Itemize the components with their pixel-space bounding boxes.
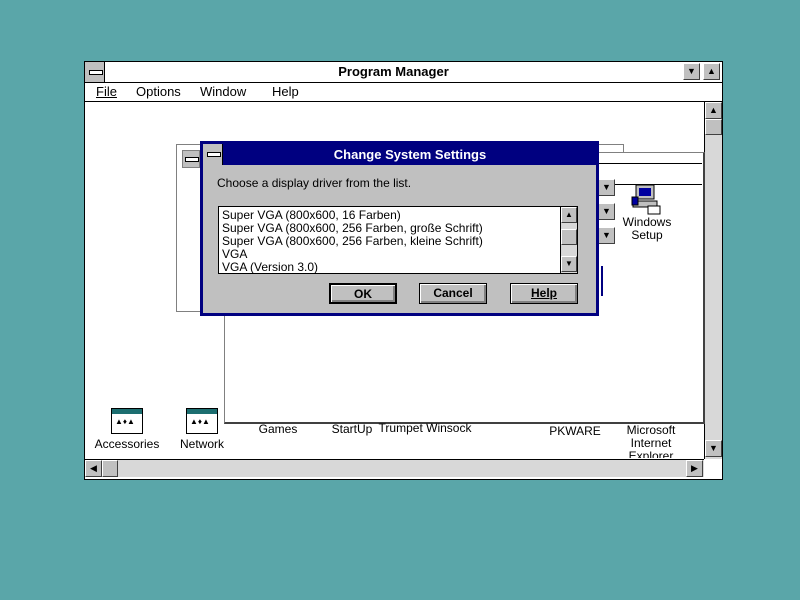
- program-manager-titlebar[interactable]: Program Manager ▼ ▲: [85, 62, 722, 83]
- minimize-icon: ▼: [687, 66, 696, 76]
- scroll-thumb[interactable]: [705, 119, 722, 135]
- group-minimize-button-3[interactable]: ▼: [598, 227, 615, 244]
- list-scroll-thumb[interactable]: [561, 229, 577, 245]
- program-group-icon: ▲♦▲: [111, 408, 143, 434]
- minimize-icon: ▼: [602, 230, 611, 240]
- computer-icon: [631, 184, 661, 215]
- list-item[interactable]: Super VGA (800x600, 256 Farben, kleine S…: [222, 234, 483, 248]
- arrow-left-icon: ◀: [90, 463, 97, 473]
- scroll-up-button[interactable]: ▲: [705, 102, 722, 119]
- menu-options[interactable]: Options: [136, 84, 181, 99]
- windows-setup-program-icon[interactable]: Windows Setup: [617, 183, 677, 242]
- arrow-down-icon: ▼: [709, 443, 718, 453]
- system-menu-button[interactable]: [85, 62, 105, 82]
- list-scroll-down-button[interactable]: ▼: [561, 256, 577, 272]
- minimize-icon: ▼: [602, 206, 611, 216]
- dialog-system-menu-button[interactable]: [203, 144, 223, 165]
- ok-button[interactable]: OK: [329, 283, 397, 304]
- arrow-up-icon: ▲: [565, 210, 573, 219]
- group-border: [601, 266, 603, 296]
- program-group-icon: ▲♦▲: [186, 408, 218, 434]
- group-icon-label: Microsoft Internet Explorer: [626, 424, 676, 458]
- scroll-right-button[interactable]: ▶: [686, 460, 703, 477]
- group-minimize-button[interactable]: ▼: [598, 179, 615, 196]
- scroll-left-button[interactable]: ◀: [85, 460, 102, 477]
- group-system-menu-button[interactable]: [182, 150, 200, 168]
- window-title: Program Manager: [338, 64, 449, 79]
- system-menu-icon: [207, 152, 221, 157]
- group-icon-label: Trumpet Winsock: [378, 422, 472, 435]
- group-minimize-button-2[interactable]: ▼: [598, 203, 615, 220]
- group-icon-internet-explorer[interactable]: Microsoft Internet Explorer: [609, 424, 693, 458]
- arrow-down-icon: ▼: [565, 259, 573, 268]
- system-menu-icon: [185, 157, 199, 162]
- program-icon-label: Windows Setup: [622, 215, 672, 242]
- minimize-button[interactable]: ▼: [683, 63, 700, 80]
- vertical-scrollbar[interactable]: ▲ ▼: [704, 102, 722, 459]
- menu-file[interactable]: File: [96, 84, 117, 99]
- list-item[interactable]: VGA: [222, 247, 247, 261]
- menu-window[interactable]: Window: [200, 84, 246, 99]
- scroll-down-button[interactable]: ▼: [705, 440, 722, 457]
- change-system-settings-dialog: Change System Settings Choose a display …: [200, 141, 599, 316]
- group-icon-label: Network: [179, 437, 224, 451]
- maximize-icon: ▲: [707, 66, 716, 76]
- cancel-button[interactable]: Cancel: [419, 283, 487, 304]
- menu-help[interactable]: Help: [272, 84, 299, 99]
- maximize-button[interactable]: ▲: [703, 63, 720, 80]
- arrow-right-icon: ▶: [691, 463, 698, 473]
- arrow-up-icon: ▲: [709, 105, 718, 115]
- dialog-title: Change System Settings: [333, 147, 487, 162]
- horizontal-scrollbar[interactable]: ◀ ▶: [85, 459, 704, 477]
- list-scroll-up-button[interactable]: ▲: [561, 207, 577, 223]
- display-driver-list[interactable]: Super VGA (800x600, 16 Farben) Super VGA…: [218, 206, 578, 274]
- group-icon-trumpet-winsock[interactable]: Trumpet Winsock: [375, 422, 475, 457]
- dialog-titlebar[interactable]: Change System Settings: [203, 144, 596, 165]
- minimize-icon: ▼: [602, 182, 611, 192]
- list-item[interactable]: Super VGA (800x600, 256 Farben, große Sc…: [222, 221, 483, 235]
- dialog-prompt: Choose a display driver from the list.: [217, 176, 412, 190]
- menu-bar: File Options Window Help: [85, 83, 722, 102]
- list-item[interactable]: Super VGA (800x600, 16 Farben): [222, 208, 401, 222]
- list-scrollbar[interactable]: ▲ ▼: [560, 207, 577, 273]
- system-menu-icon: [89, 70, 103, 75]
- help-button[interactable]: Help: [510, 283, 578, 304]
- hscroll-thumb[interactable]: [102, 460, 118, 477]
- list-item[interactable]: VGA (Version 3.0): [222, 260, 318, 274]
